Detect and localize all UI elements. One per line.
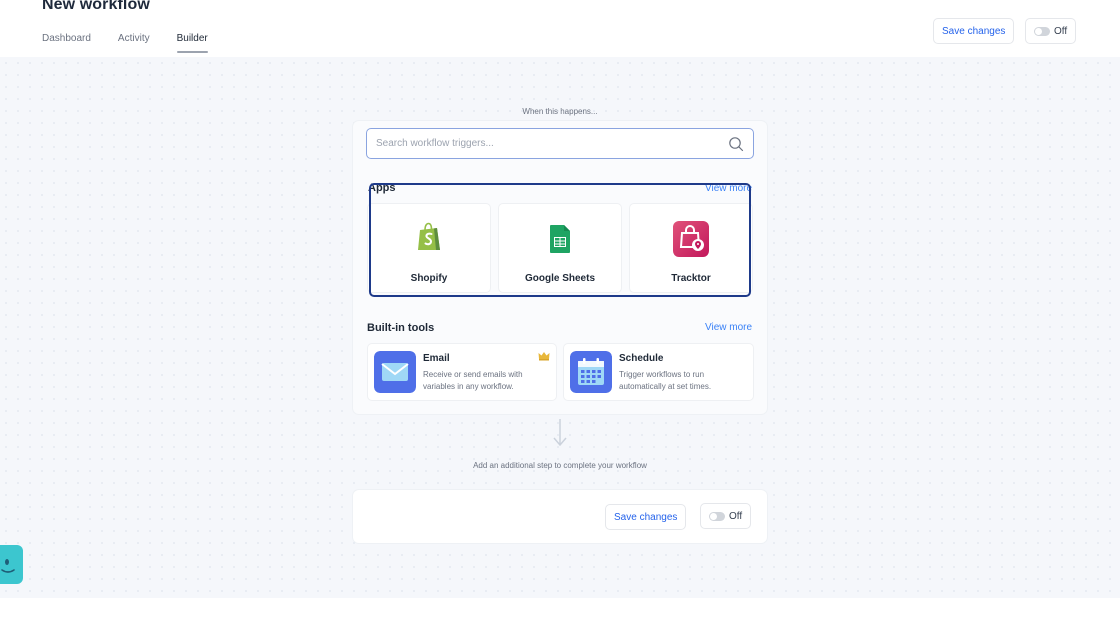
tools-section-title: Built-in tools — [367, 322, 435, 334]
calendar-icon — [570, 351, 612, 393]
tab-builder[interactable]: Builder — [176, 33, 208, 53]
tab-bar: Dashboard Activity Builder — [42, 33, 235, 53]
page-footer-space — [0, 598, 1120, 625]
email-icon — [374, 351, 416, 393]
trigger-prompt-label: When this happens... — [522, 107, 598, 116]
tab-dashboard[interactable]: Dashboard — [42, 33, 91, 53]
save-changes-button[interactable]: Save changes — [933, 18, 1015, 44]
save-changes-button-bottom[interactable]: Save changes — [605, 504, 687, 530]
trigger-search-box[interactable] — [366, 128, 754, 159]
tool-card-email[interactable]: Email Receive or send emails with variab… — [368, 344, 556, 400]
tool-title: Email — [423, 353, 450, 364]
trigger-search-input[interactable] — [376, 138, 716, 149]
page-header: New workflow Dashboard Activity Builder … — [0, 0, 1120, 57]
tool-description: Receive or send emails with variables in… — [423, 370, 523, 391]
search-icon[interactable] — [728, 136, 744, 152]
toggle-label: Off — [1054, 25, 1068, 37]
workflow-toggle[interactable]: Off — [1025, 18, 1077, 44]
tools-view-more-link[interactable]: View more — [705, 322, 752, 333]
chat-widget-button[interactable] — [0, 545, 23, 584]
chat-bot-icon — [1, 559, 15, 573]
crown-icon — [538, 352, 550, 361]
tool-description: Trigger workflows to run automatically a… — [619, 370, 712, 391]
add-step-hint: Add an additional step to complete your … — [473, 461, 647, 470]
tool-title: Schedule — [619, 353, 664, 364]
toggle-label: Off — [729, 510, 743, 522]
workflow-toggle-bottom[interactable]: Off — [700, 503, 752, 529]
apps-selection-highlight — [369, 183, 751, 297]
tool-card-schedule[interactable]: Schedule Trigger workflows to run automa… — [564, 344, 753, 400]
tab-activity[interactable]: Activity — [118, 33, 150, 53]
toggle-switch[interactable] — [1034, 26, 1050, 36]
toggle-switch[interactable] — [709, 511, 725, 521]
page-title: New workflow — [42, 0, 150, 13]
arrow-down-icon — [553, 419, 567, 447]
